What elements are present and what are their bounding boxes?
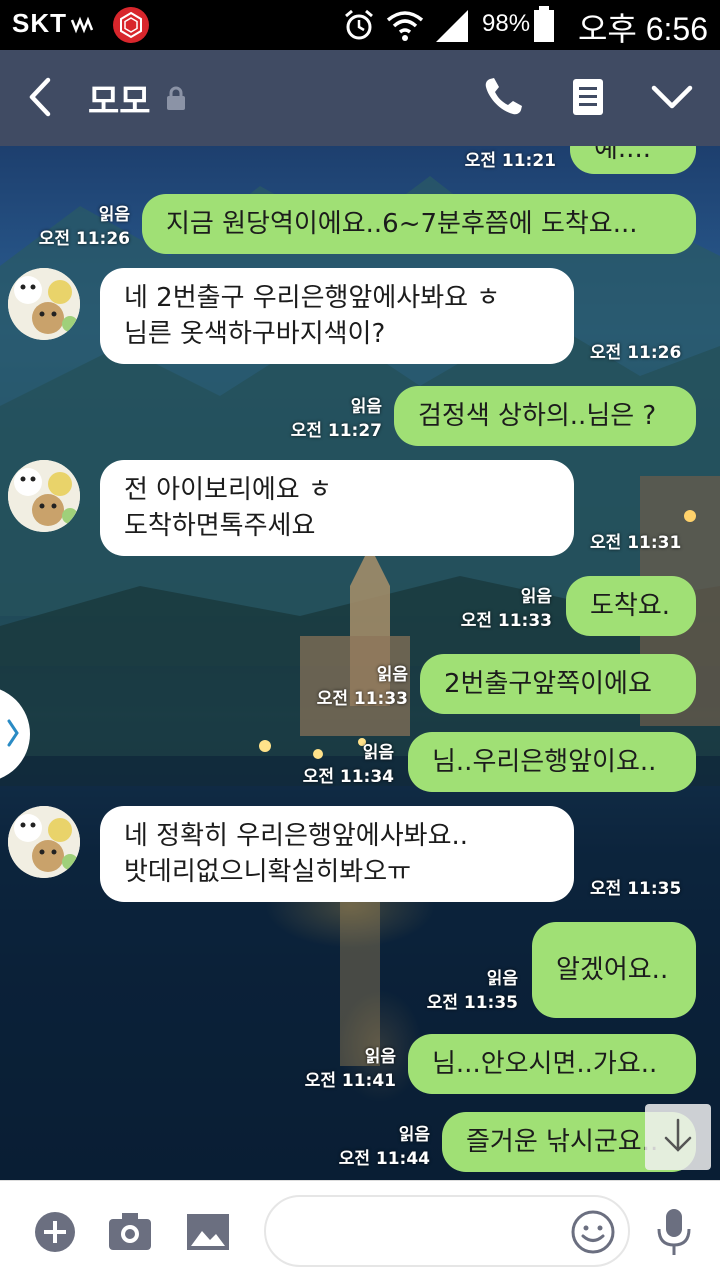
message-bubble-outgoing[interactable]: 도착요. xyxy=(566,576,696,636)
microphone-icon[interactable] xyxy=(656,1207,692,1261)
message-time: 오전 11:35 xyxy=(590,879,682,899)
phone-icon[interactable] xyxy=(482,76,524,122)
message-time: 오전 11:26 xyxy=(590,343,682,363)
battery-percent: 98% xyxy=(482,10,531,37)
wifi-icon xyxy=(386,8,424,46)
chevron-down-icon[interactable] xyxy=(650,84,694,116)
image-icon[interactable] xyxy=(186,1213,230,1255)
camera-icon[interactable] xyxy=(108,1211,152,1255)
chevron-right-icon xyxy=(6,718,20,752)
message-bubble-incoming[interactable]: 네 2번출구 우리은행앞에사봐요 ㅎ 님른 옷색하구바지색이? xyxy=(100,268,574,364)
arrow-down-icon xyxy=(663,1118,693,1158)
alarm-icon xyxy=(342,8,376,46)
message-bubble-outgoing[interactable]: 지금 원당역이에요..6~7분후쯤에 도착요... xyxy=(142,194,696,254)
message-line: 님른 옷색하구바지색이? xyxy=(124,319,386,349)
read-receipt: 읽음 xyxy=(350,397,382,417)
message-time: 오전 11:26 xyxy=(38,229,130,249)
message-time: 오전 11:31 xyxy=(590,533,682,553)
avatar[interactable] xyxy=(8,268,80,340)
back-arrow-icon[interactable] xyxy=(22,74,56,124)
status-clock: 오후 6:56 xyxy=(577,11,708,47)
app-notification-icon xyxy=(112,6,150,48)
message-bubble-incoming[interactable]: 네 정확히 우리은행앞에사봐요.. 밧데리없으니확실히봐오ㅠ xyxy=(100,806,574,902)
message-bubble-outgoing[interactable]: 님...안오시면..가요.. xyxy=(408,1034,696,1094)
message-bubble-outgoing[interactable]: 2번출구앞쪽이에요 xyxy=(420,654,696,714)
message-time: 오전 11:27 xyxy=(290,421,382,441)
chat-title[interactable]: 모모 xyxy=(88,74,151,123)
notes-icon[interactable] xyxy=(572,78,604,120)
message-time: 오전 11:21 xyxy=(464,151,556,171)
message-time: 오전 11:41 xyxy=(304,1071,396,1091)
cellular-signal-icon xyxy=(434,10,470,46)
read-receipt: 읽음 xyxy=(362,743,394,763)
read-receipt: 읽음 xyxy=(398,1125,430,1145)
avatar[interactable] xyxy=(8,460,80,532)
avatar[interactable] xyxy=(8,806,80,878)
message-line: 도착하면톡주세요 xyxy=(124,511,316,541)
carrier-label: SKT xyxy=(12,8,67,38)
chat-header: 모모 xyxy=(0,50,720,146)
message-input-bar xyxy=(0,1180,720,1280)
lock-icon xyxy=(166,86,186,114)
status-bar: SKT 98% 오후 6:56 xyxy=(0,0,720,50)
message-line: 네 정확히 우리은행앞에사봐요.. xyxy=(124,821,469,851)
chat-background[interactable]: 오전 11:21 예.... 읽음 오전 11:26 지금 원당역이에요..6~… xyxy=(0,146,720,1180)
emoji-icon[interactable] xyxy=(570,1209,616,1259)
read-receipt: 읽음 xyxy=(98,205,130,225)
read-receipt: 읽음 xyxy=(486,969,518,989)
plus-icon[interactable] xyxy=(34,1211,76,1257)
read-receipt: 읽음 xyxy=(376,665,408,685)
message-bubble-outgoing[interactable]: 검정색 상하의..님은 ? xyxy=(394,386,696,446)
battery-icon xyxy=(533,6,555,46)
message-time: 오전 11:35 xyxy=(426,993,518,1013)
signal-wave-icon xyxy=(70,14,96,38)
message-time: 오전 11:33 xyxy=(460,611,552,631)
message-bubble-incoming[interactable]: 전 아이보리에요 ㅎ 도착하면톡주세요 xyxy=(100,460,574,556)
message-line: 밧데리없으니확실히봐오ㅠ xyxy=(124,857,412,887)
message-time: 오전 11:34 xyxy=(302,767,394,787)
scroll-to-bottom-button[interactable] xyxy=(645,1104,711,1170)
message-time: 오전 11:44 xyxy=(338,1149,430,1169)
message-bubble-outgoing[interactable]: 님..우리은행앞이요.. xyxy=(408,732,696,792)
message-bubble-outgoing[interactable]: 알겠어요.. xyxy=(532,922,696,1018)
read-receipt: 읽음 xyxy=(520,587,552,607)
read-receipt: 읽음 xyxy=(364,1047,396,1067)
message-line: 전 아이보리에요 ㅎ xyxy=(124,475,332,505)
message-time: 오전 11:33 xyxy=(316,689,408,709)
message-line: 네 2번출구 우리은행앞에사봐요 ㅎ xyxy=(124,283,501,313)
message-bubble-outgoing[interactable]: 예.... xyxy=(570,146,696,174)
